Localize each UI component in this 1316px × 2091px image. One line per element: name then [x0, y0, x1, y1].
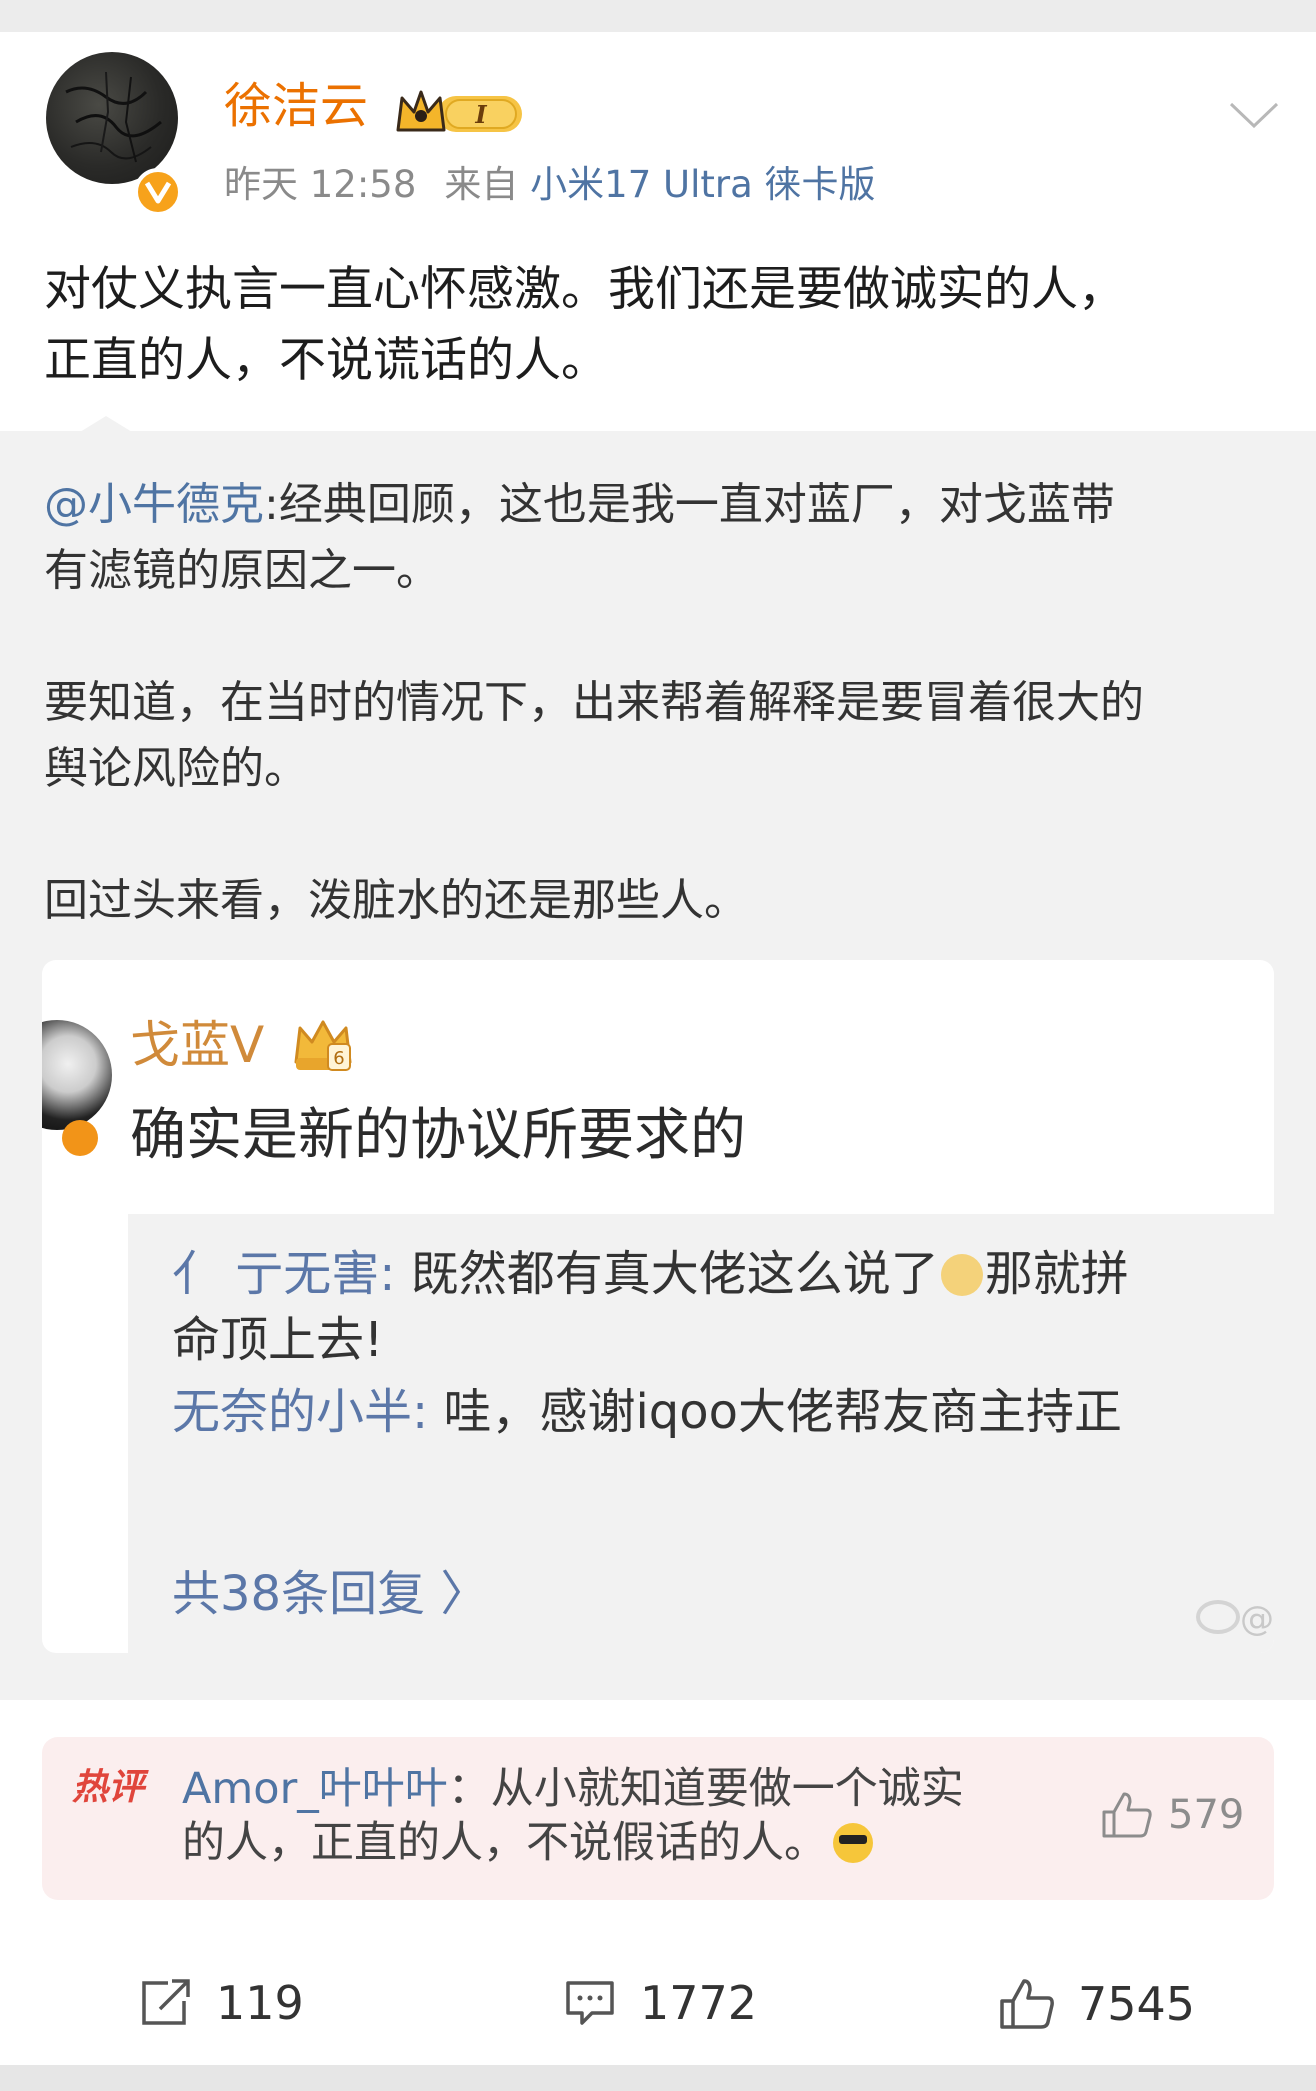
embed-crown-icon: 6	[290, 1014, 356, 1082]
comment-count: 1772	[640, 1976, 758, 2030]
bottom-bar	[0, 2065, 1316, 2091]
repost-line-4: 舆论风险的。	[44, 743, 308, 794]
cool-emoji-icon	[833, 1823, 873, 1863]
post-time: 昨天 12:58	[224, 163, 417, 206]
embed-replies: 亻 亍无害: 既然都有真大佬这么说了 那就拼 命顶上去! 无奈的小半: 哇，感谢i…	[128, 1214, 1274, 1653]
weibo-watermark: @	[1196, 1599, 1274, 1639]
source-prefix: 来自	[444, 163, 519, 206]
repost-count: 119	[216, 1976, 304, 2030]
avatar-art	[65, 71, 162, 163]
repost-button[interactable]: 119	[138, 1977, 304, 2029]
doge-emoji-icon	[940, 1254, 983, 1296]
mention-link[interactable]: @小牛德克	[44, 479, 264, 530]
embed-reply-2: 无奈的小半: 哇，感谢iqoo大佬帮友商主持正	[172, 1388, 1122, 1436]
post-text-line-2: 正直的人，不说谎话的人。	[44, 333, 608, 388]
hot-comment-author[interactable]: Amor_叶叶叶	[182, 1764, 448, 1814]
repost-line-3: 要知道，在当时的情况下，出来帮着解释是要冒着很大的	[44, 677, 1144, 728]
post-text: 对仗义执言一直心怀感激。我们还是要做诚实的人， 正直的人，不说谎话的人。	[44, 254, 1284, 396]
verified-icon	[134, 168, 182, 216]
like-icon	[1000, 1979, 1054, 2029]
repost-line-5: 回过头来看，泼脏水的还是那些人。	[44, 875, 748, 926]
comment-button[interactable]: 1772	[562, 1977, 757, 2029]
hot-comment-part-1: ：从小就知道要做一个诚实	[447, 1764, 964, 1814]
like-count: 7545	[1078, 1977, 1196, 2031]
reply-2-text: 哇，感谢iqoo大佬帮友商主持正	[428, 1384, 1122, 1440]
repost-icon	[142, 1979, 190, 2025]
weibo-logo-icon	[1196, 1600, 1240, 1634]
hot-comment-tag: 热评	[72, 1767, 145, 1808]
hot-comment-likes: 579	[1168, 1792, 1245, 1838]
comment-icon	[566, 1981, 614, 2025]
chevron-down-icon[interactable]	[1228, 100, 1280, 134]
reply-2-name: 无奈的小半:	[172, 1384, 429, 1440]
embed-text: 确实是新的协议所要求的	[130, 1103, 746, 1168]
reply-1-continued: 命顶上去!	[172, 1312, 384, 1368]
embed-reply-1: 亻 亍无害: 既然都有真大佬这么说了 那就拼	[172, 1250, 1129, 1298]
embedded-image[interactable]: 戈蓝V 6 确实是新的协议所要求的 亻 亍无害: 既然都有真大佬这么说了 那就拼 …	[42, 960, 1274, 1653]
post-source[interactable]: 小米17 Ultra 徕卡版	[530, 163, 875, 206]
hot-comment-like-button[interactable]: 579	[1100, 1790, 1244, 1840]
reply-1-text: 既然都有真大佬这么说了	[395, 1246, 939, 1302]
watermark-text: @	[1240, 1599, 1274, 1639]
post-text-line-1: 对仗义执言一直心怀感激。我们还是要做诚实的人，	[44, 262, 1125, 317]
post-meta: 昨天 12:58 来自 小米17 Ultra 徕卡版	[224, 166, 876, 203]
top-bar	[0, 0, 1316, 32]
embed-verified-icon	[62, 1120, 98, 1156]
svg-text:6: 6	[333, 1048, 344, 1069]
embed-username: 戈蓝V	[130, 1016, 265, 1074]
reply-1-text-2: 那就拼	[984, 1246, 1129, 1302]
like-button[interactable]: 7545	[998, 1977, 1195, 2031]
embed-avatar	[42, 1020, 112, 1130]
avatar[interactable]	[46, 52, 178, 184]
crown-icon[interactable]: I	[394, 86, 526, 144]
more-replies-link: 共38条回复 〉	[172, 1566, 489, 1622]
reply-1-name: 亻 亍无害:	[172, 1246, 396, 1302]
hot-comment-text: Amor_叶叶叶：从小就知道要做一个诚实 的人，正直的人，不说假话的人。	[182, 1762, 1062, 1870]
like-icon	[1102, 1792, 1152, 1838]
member-badge-text: I	[474, 100, 487, 129]
repost-text: @小牛德克:经典回顾，这也是我一直对蓝厂，对戈蓝带 有滤镜的原因之一。 要知道，…	[44, 472, 1284, 934]
repost-pointer	[80, 416, 132, 432]
repost-line-2: 有滤镜的原因之一。	[44, 545, 440, 596]
hot-comment-part-2: 的人，正直的人，不说假话的人。	[182, 1818, 827, 1868]
repost-line-1: :经典回顾，这也是我一直对蓝厂，对戈蓝带	[264, 479, 1115, 530]
post-username[interactable]: 徐洁云	[224, 82, 368, 130]
